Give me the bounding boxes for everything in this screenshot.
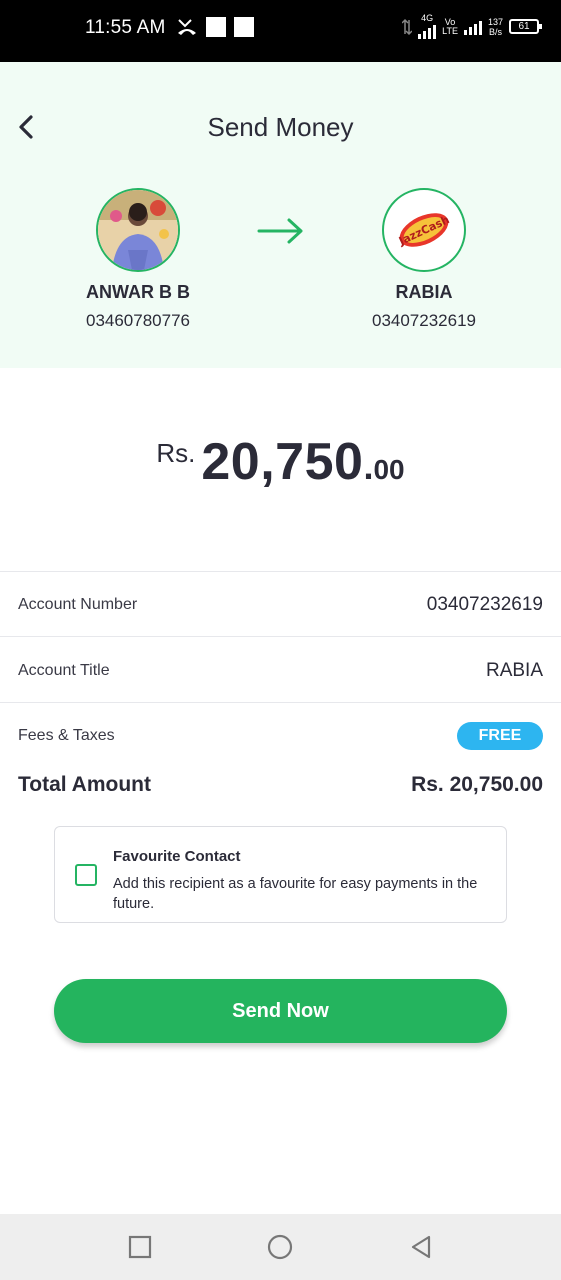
favourite-checkbox[interactable]	[75, 864, 97, 886]
missed-call-icon	[178, 19, 196, 35]
free-badge: FREE	[457, 722, 543, 750]
amount-dot: .	[363, 446, 374, 487]
fees-row: Fees & Taxes FREE	[18, 722, 543, 750]
account-number-label: Account Number	[18, 596, 138, 613]
send-now-button[interactable]: Send Now	[54, 979, 507, 1043]
account-number-value: 03407232619	[426, 594, 543, 615]
network-speed-unit: B/s	[488, 26, 502, 37]
notification-square-icon	[234, 17, 254, 37]
receiver-card: JazzCash RABIA 03407232619	[339, 188, 509, 331]
total-value: Rs. 20,750.00	[411, 773, 543, 796]
receiver-logo: JazzCash	[382, 188, 466, 272]
account-title-row: Account Title RABIA	[18, 657, 543, 685]
amount-whole: 20,750	[201, 433, 364, 491]
favourite-contact-box: Favourite Contact Add this recipient as …	[54, 826, 507, 923]
divider	[0, 636, 561, 637]
divider	[0, 702, 561, 703]
total-row: Total Amount Rs. 20,750.00	[18, 770, 543, 800]
sender-card: ANWAR B B 03460780776	[53, 188, 223, 331]
network-4g-label: 4G	[421, 13, 434, 23]
home-button[interactable]	[267, 1234, 293, 1260]
page-title: Send Money	[207, 112, 354, 142]
sender-phone: 03460780776	[85, 311, 190, 330]
jazzcash-logo-icon: JazzCash	[396, 213, 452, 248]
back-nav-button[interactable]	[408, 1234, 434, 1260]
sender-name: ANWAR B B	[86, 282, 190, 302]
data-transfer-icon	[402, 18, 413, 35]
status-bar: 11:55 AM 4G Vo LTE 137 B/s 61	[0, 0, 561, 62]
account-title-value: RABIA	[485, 660, 543, 681]
transfer-header: Send Money ANWAR B B 03460780776 JazzCas…	[0, 62, 561, 368]
total-label: Total Amount	[18, 773, 151, 796]
receiver-phone: 03407232619	[371, 311, 476, 330]
triangle-back-icon	[411, 1235, 431, 1259]
signal-icon	[418, 23, 437, 39]
amount-display: Rs. 20,750.00	[0, 432, 561, 492]
sender-avatar	[96, 188, 180, 272]
receiver-name: RABIA	[395, 282, 453, 302]
status-system-icons: 4G Vo LTE 137 B/s 61	[402, 13, 542, 39]
square-icon	[128, 1235, 152, 1259]
amount-decimal: 00	[373, 454, 405, 485]
network-lte-label: LTE	[442, 25, 458, 36]
system-nav-bar	[0, 1214, 561, 1280]
favourite-description: Add this recipient as a favourite for ea…	[113, 876, 478, 912]
favourite-title: Favourite Contact	[113, 848, 241, 865]
signal-icon	[463, 19, 482, 35]
recents-button[interactable]	[127, 1234, 153, 1260]
fees-label: Fees & Taxes	[18, 727, 115, 744]
status-notification-icons	[176, 17, 254, 37]
arrow-right-icon	[257, 218, 303, 244]
network-speed-value: 137	[487, 16, 503, 27]
account-title-label: Account Title	[18, 662, 110, 679]
person-photo-icon	[98, 190, 178, 270]
battery-icon: 61	[509, 19, 542, 34]
account-number-row: Account Number 03407232619	[18, 591, 543, 619]
notification-square-icon	[206, 17, 226, 37]
amount-currency: Rs.	[156, 438, 196, 468]
circle-icon	[267, 1234, 293, 1260]
divider	[0, 571, 561, 572]
status-time: 11:55 AM	[85, 17, 166, 38]
